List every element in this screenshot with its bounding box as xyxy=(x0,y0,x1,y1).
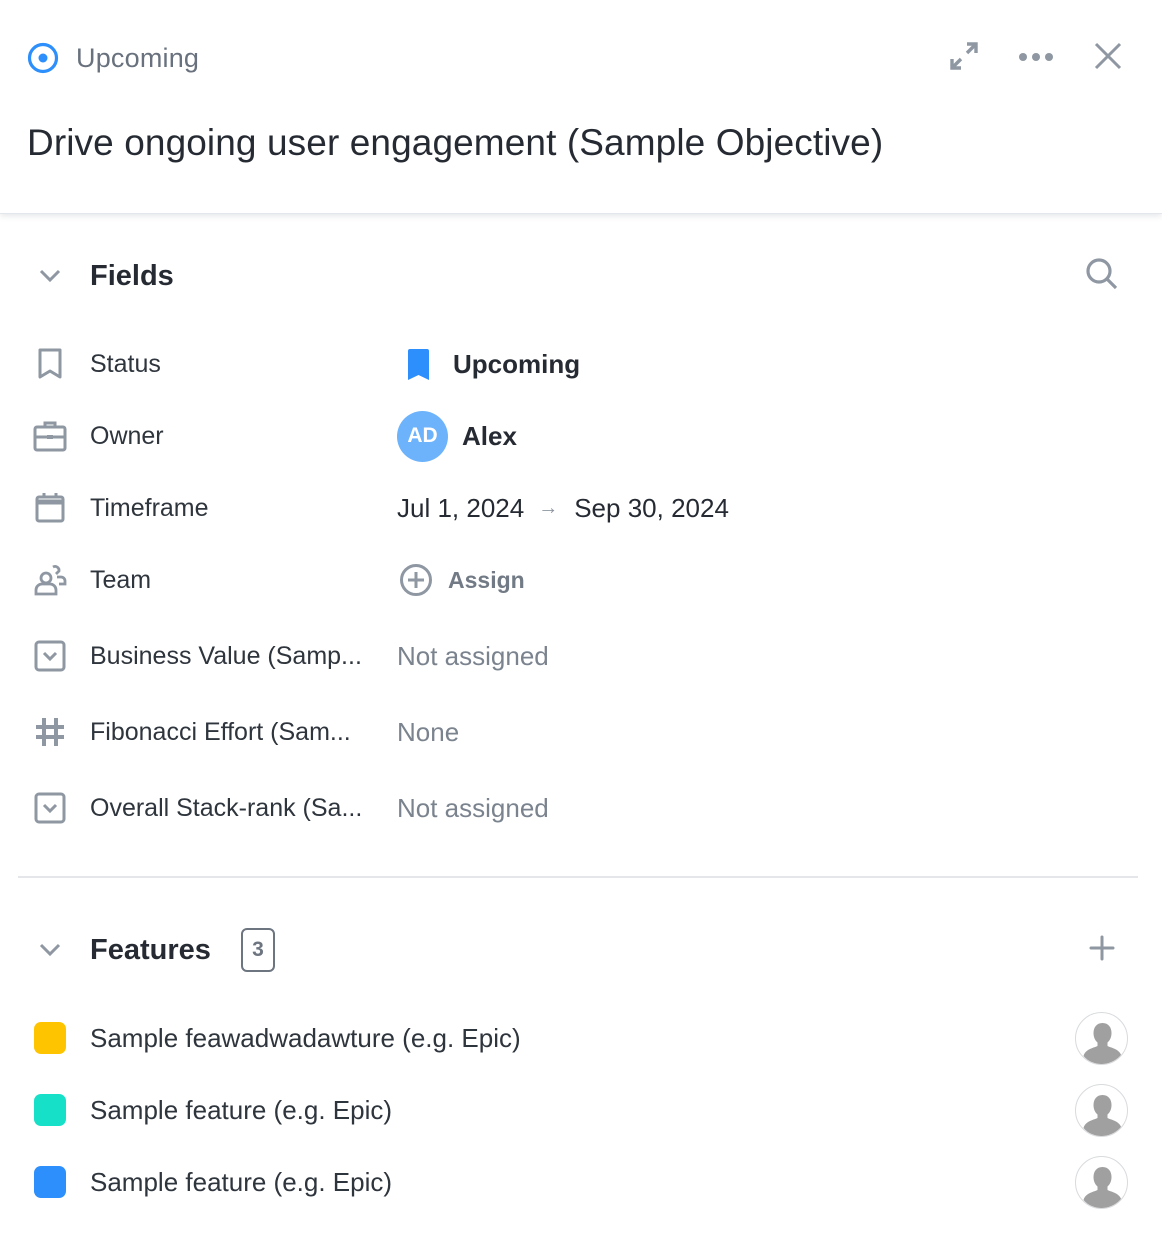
field-label: Overall Stack-rank (Sa... xyxy=(90,793,363,822)
avatar: AD xyxy=(397,410,448,462)
page-title[interactable]: Drive ongoing user engagement (Sample Ob… xyxy=(27,122,883,164)
status-indicator-label: Upcoming xyxy=(76,42,200,73)
feature-label: Sample feawadwadawture (e.g. Epic) xyxy=(90,1022,521,1053)
business-value-value[interactable]: Not assigned xyxy=(397,641,549,672)
default-avatar-icon[interactable] xyxy=(1075,1155,1128,1209)
feature-label: Sample feature (e.g. Epic) xyxy=(90,1094,393,1125)
status-value[interactable]: Upcoming xyxy=(397,348,580,381)
field-label: Team xyxy=(90,565,152,594)
close-button[interactable] xyxy=(1088,38,1128,78)
feature-label: Sample feature (e.g. Epic) xyxy=(90,1166,393,1197)
dropdown-field-icon xyxy=(32,638,68,674)
field-row-fibonacci-effort: Fibonacci Effort (Sam... None xyxy=(0,704,1162,760)
owner-value[interactable]: AD Alex xyxy=(397,410,517,462)
field-label: Fibonacci Effort (Sam... xyxy=(90,717,351,746)
fibonacci-effort-value[interactable]: None xyxy=(397,717,459,748)
feature-color-swatch xyxy=(34,1022,66,1054)
plus-circle-icon xyxy=(399,563,433,597)
field-row-business-value: Business Value (Samp... Not assigned xyxy=(0,628,1162,684)
plus-icon xyxy=(1089,935,1115,966)
status-value-label: Upcoming xyxy=(453,348,581,379)
add-feature-button[interactable] xyxy=(1082,930,1122,970)
timeframe-end: Sep 30, 2024 xyxy=(574,492,729,523)
close-icon xyxy=(1093,41,1123,76)
status-indicator[interactable]: Upcoming xyxy=(27,40,199,76)
timeframe-value[interactable]: Jul 1, 2024 → Sep 30, 2024 xyxy=(397,493,729,524)
feature-item[interactable]: Sample feature (e.g. Epic) xyxy=(0,1080,1162,1140)
default-avatar-icon[interactable] xyxy=(1075,1011,1128,1065)
fields-section-header: Fields xyxy=(0,251,1162,301)
panel-header: Upcoming Drive ongoing user engagement (… xyxy=(0,0,1162,214)
field-label: Business Value (Samp... xyxy=(90,641,362,670)
more-icon xyxy=(1018,49,1054,67)
field-row-timeframe: Timeframe Jul 1, 2024 → Sep 30, 2024 xyxy=(0,480,1162,536)
feature-color-swatch xyxy=(34,1166,66,1198)
chevron-down-icon[interactable] xyxy=(36,936,64,964)
calendar-icon xyxy=(32,490,68,526)
section-divider xyxy=(18,876,1138,878)
assign-team-button[interactable]: Assign xyxy=(397,563,525,597)
stack-rank-value[interactable]: Not assigned xyxy=(397,793,549,824)
fields-section-title: Fields xyxy=(90,259,174,292)
bookmark-filled-icon xyxy=(406,348,431,381)
more-options-button[interactable] xyxy=(1016,38,1056,78)
chevron-down-icon[interactable] xyxy=(36,262,64,290)
features-count-badge: 3 xyxy=(241,928,275,972)
target-circle-icon xyxy=(27,42,59,74)
field-label: Owner xyxy=(90,421,164,450)
field-label: Status xyxy=(90,349,161,378)
feature-color-swatch xyxy=(34,1094,66,1126)
expand-button[interactable] xyxy=(944,38,984,78)
hash-icon xyxy=(32,714,68,750)
expand-icon xyxy=(948,40,980,77)
search-fields-button[interactable] xyxy=(1082,256,1122,296)
header-actions xyxy=(944,38,1128,78)
field-row-team: Team Assign xyxy=(0,552,1162,608)
field-row-owner: Owner AD Alex xyxy=(0,408,1162,464)
field-label: Timeframe xyxy=(90,493,209,522)
features-section-header: Features 3 xyxy=(0,925,1162,975)
owner-name: Alex xyxy=(462,420,517,451)
default-avatar-icon[interactable] xyxy=(1075,1083,1128,1137)
timeframe-start: Jul 1, 2024 xyxy=(397,492,525,523)
dropdown-field-icon xyxy=(32,790,68,826)
assign-label: Assign xyxy=(448,566,525,593)
briefcase-icon xyxy=(32,418,68,454)
bookmark-icon xyxy=(32,346,68,382)
feature-item[interactable]: Sample feature (e.g. Epic) xyxy=(0,1152,1162,1212)
features-section-title: Features xyxy=(90,933,211,966)
feature-item[interactable]: Sample feawadwadawture (e.g. Epic) xyxy=(0,1008,1162,1068)
search-icon xyxy=(1085,257,1119,296)
field-row-stack-rank: Overall Stack-rank (Sa... Not assigned xyxy=(0,780,1162,836)
arrow-right-icon: → xyxy=(538,496,559,519)
team-icon xyxy=(32,562,68,598)
field-row-status: Status Upcoming xyxy=(0,336,1162,392)
